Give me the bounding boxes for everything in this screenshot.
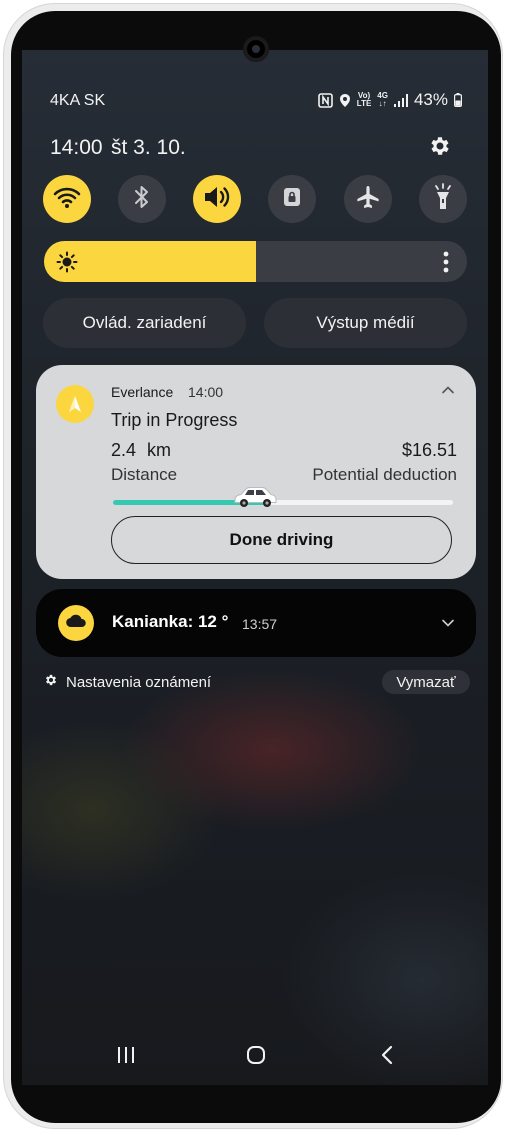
airplane-mode-toggle[interactable] — [344, 175, 392, 223]
weather-app-icon — [58, 605, 94, 641]
chevron-down-icon[interactable] — [441, 616, 455, 635]
done-driving-button[interactable]: Done driving — [111, 516, 452, 564]
deduction-value: $16.51 — [401, 440, 457, 460]
nfc-icon — [317, 92, 333, 108]
notification-app-name: Everlance — [111, 384, 174, 400]
notification-settings-link[interactable]: Nastavenia oznámení — [44, 673, 211, 692]
distance-value: 2.4 — [111, 440, 137, 460]
rotation-lock-toggle[interactable] — [268, 175, 316, 223]
trip-title: Trip in Progress — [111, 410, 238, 430]
distance-unit: km — [147, 440, 171, 460]
home-icon[interactable] — [246, 1045, 266, 1070]
clock-date: št 3. 10. — [111, 136, 186, 159]
signal-icon — [393, 93, 408, 107]
weather-time: 13:57 — [242, 616, 278, 632]
more-options-icon[interactable] — [443, 251, 449, 278]
navigation-bar — [22, 1035, 488, 1075]
chevron-up-icon[interactable] — [441, 383, 455, 402]
trip-progress-track — [113, 500, 453, 505]
notification-settings-label: Nastavenia oznámení — [66, 674, 212, 691]
location-icon — [339, 93, 351, 108]
sun-icon — [56, 251, 78, 278]
media-output-button[interactable]: Výstup médií — [264, 298, 467, 348]
status-icons: Vo) LTE 4G ↓↑ 43% — [317, 90, 462, 110]
network-type-icon: 4G ↓↑ — [377, 91, 388, 108]
airplane-icon — [355, 184, 381, 215]
flashlight-icon — [433, 182, 453, 216]
volte-icon: Vo) LTE — [356, 91, 372, 108]
battery-icon — [454, 93, 462, 107]
wifi-toggle[interactable] — [43, 175, 91, 223]
notification-shade: 4KA SK Vo) LTE 4G ↓↑ 43% 14:00 št 3. 10. — [22, 50, 488, 1085]
wifi-icon — [53, 185, 81, 214]
car-icon — [231, 485, 279, 514]
notification-time: 14:00 — [188, 384, 224, 400]
deduction-label: Potential deduction — [312, 465, 457, 484]
clear-all-button[interactable]: Vymazať — [382, 670, 470, 694]
speaker-icon — [202, 184, 232, 215]
flashlight-toggle[interactable] — [419, 175, 467, 223]
battery-percent: 43% — [413, 90, 448, 109]
recent-apps-icon[interactable] — [116, 1046, 136, 1069]
sound-toggle[interactable] — [193, 175, 241, 223]
clock-time: 14:00 — [50, 136, 103, 159]
weather-notification[interactable]: Kanianka: 12 ° 13:57 — [36, 589, 476, 657]
weather-location-temp: Kanianka: 12 ° — [112, 612, 229, 631]
everlance-notification[interactable]: Everlance 14:00 Trip in Progress 2.4 km … — [36, 365, 476, 579]
front-camera — [243, 36, 269, 62]
bluetooth-toggle[interactable] — [118, 175, 166, 223]
gear-icon — [44, 673, 58, 692]
device-control-button[interactable]: Ovlád. zariadení — [43, 298, 246, 348]
bluetooth-icon — [134, 184, 150, 215]
distance-label: Distance — [111, 465, 178, 484]
brightness-slider[interactable] — [44, 241, 467, 282]
back-icon[interactable] — [380, 1045, 394, 1070]
cloud-icon — [65, 614, 87, 633]
gear-icon[interactable] — [428, 134, 452, 158]
everlance-app-icon — [56, 385, 94, 423]
lock-icon — [282, 186, 302, 213]
carrier-name: 4KA SK — [50, 92, 106, 109]
